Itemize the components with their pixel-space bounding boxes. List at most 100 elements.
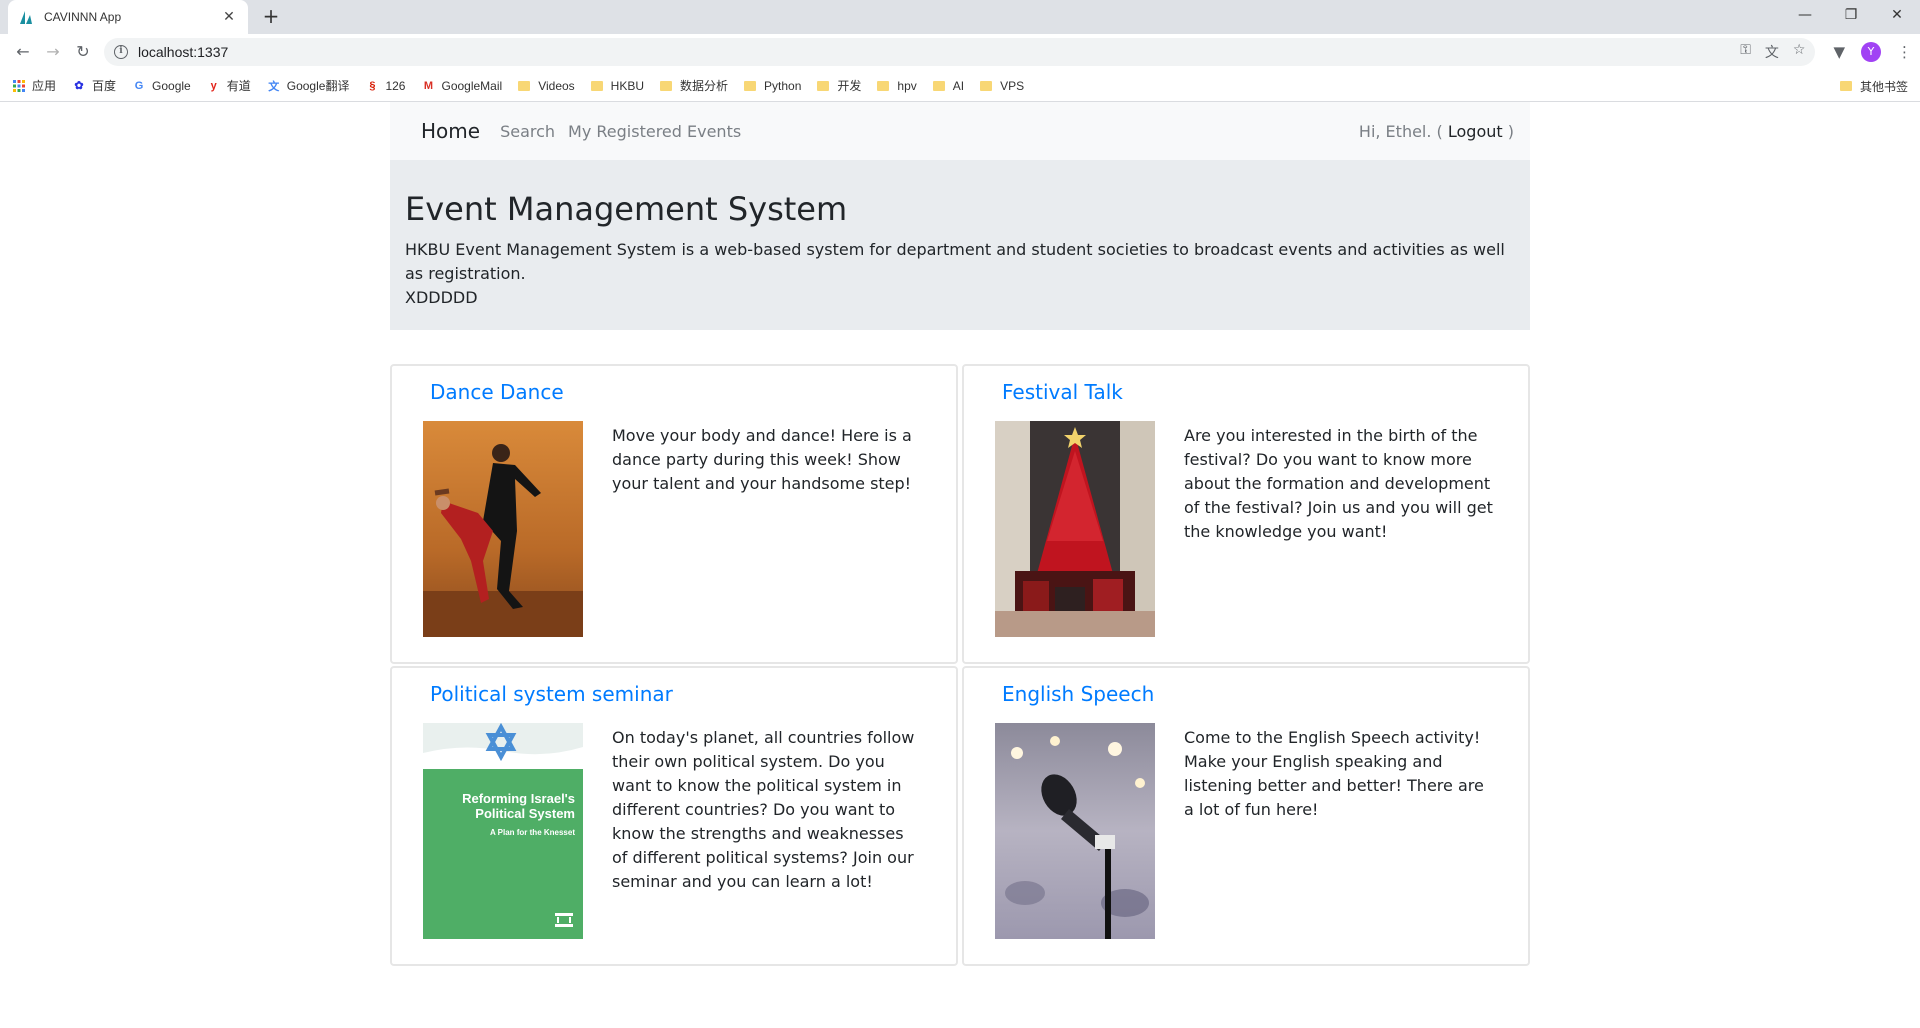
page-container: Home Search My Registered Events Hi, Eth… bbox=[390, 102, 1530, 966]
baidu-paw-icon: ✿ bbox=[74, 80, 84, 92]
event-description: Move your body and dance! Here is a danc… bbox=[612, 426, 912, 493]
nav-home-link[interactable]: Home bbox=[421, 119, 480, 143]
bookmark-label: 应用 bbox=[32, 79, 57, 93]
event-description: Come to the English Speech activity! Mak… bbox=[1184, 728, 1484, 819]
bookmark-gmail[interactable]: M GoogleMail bbox=[421, 79, 502, 93]
book-cover-title: Reforming Israel's Political System A Pl… bbox=[462, 791, 575, 840]
address-bar[interactable]: i localhost:1337 ⚿ 文 ☆ bbox=[104, 38, 1816, 66]
bookmark-folder-vps[interactable]: VPS bbox=[980, 79, 1024, 93]
extension-icon[interactable]: ▼ bbox=[1833, 43, 1845, 61]
tab-close-icon[interactable]: ✕ bbox=[220, 9, 238, 25]
browser-toolbar: ← → ↻ i localhost:1337 ⚿ 文 ☆ ▼ Y ⋮ bbox=[0, 34, 1920, 70]
window-close-button[interactable]: ✕ bbox=[1874, 0, 1920, 30]
bookmark-google[interactable]: G Google bbox=[132, 79, 191, 93]
dance-photo bbox=[423, 421, 583, 637]
bookmark-label: 其他书签 bbox=[1859, 79, 1908, 94]
tab-title: CAVINNN App bbox=[44, 10, 122, 24]
tab-strip: CAVINNN App ✕ + — ❐ ✕ bbox=[0, 0, 1920, 34]
bookmark-label: GoogleMail bbox=[441, 78, 503, 93]
url-text[interactable]: localhost:1337 bbox=[138, 44, 228, 60]
key-icon[interactable]: ⚿ bbox=[1740, 42, 1751, 62]
nav-search-link[interactable]: Search bbox=[500, 122, 555, 141]
folder-icon bbox=[980, 80, 993, 91]
forward-arrow-icon[interactable]: → bbox=[38, 37, 68, 67]
event-title-link[interactable]: Political system seminar bbox=[430, 682, 673, 706]
translate-icon[interactable]: 文 bbox=[1765, 42, 1779, 62]
bookmark-baidu[interactable]: ✿ 百度 bbox=[72, 77, 116, 94]
bookmark-folder-data-analysis[interactable]: 数据分析 bbox=[660, 77, 728, 94]
bookmark-label: AI bbox=[952, 78, 965, 93]
bookmark-youdao[interactable]: y 有道 bbox=[207, 77, 251, 94]
nav-registered-events-link[interactable]: My Registered Events bbox=[568, 122, 741, 141]
bookmark-folder-dev[interactable]: 开发 bbox=[817, 77, 861, 94]
restore-button[interactable]: ❐ bbox=[1828, 0, 1874, 30]
folder-icon bbox=[744, 80, 757, 91]
folder-icon bbox=[660, 80, 673, 91]
folder-icon bbox=[1839, 81, 1852, 91]
bookmark-label: Python bbox=[764, 78, 802, 93]
event-title-link[interactable]: Dance Dance bbox=[430, 380, 564, 404]
gmail-icon: M bbox=[423, 79, 434, 92]
greeting-suffix: ) bbox=[1507, 121, 1514, 141]
bookmark-label: Google翻译 bbox=[286, 79, 350, 93]
app-logo-icon bbox=[18, 9, 34, 25]
folder-icon bbox=[877, 80, 890, 91]
page-description: HKBU Event Management System is a web-ba… bbox=[405, 240, 1505, 283]
menu-kebab-icon[interactable]: ⋮ bbox=[1897, 43, 1912, 61]
google-g-icon: G bbox=[134, 79, 144, 92]
google-translate-icon: 文 bbox=[268, 80, 280, 93]
event-card: Festival Talk Are you interested in the … bbox=[962, 364, 1530, 664]
bookmarks-bar: 应用 ✿ 百度 G Google y 有道 文 Google翻译 § 126 M… bbox=[0, 70, 1920, 102]
reload-icon[interactable]: ↻ bbox=[68, 37, 98, 67]
event-title-link[interactable]: Festival Talk bbox=[1002, 380, 1123, 404]
microphone-photo bbox=[995, 723, 1155, 939]
page-extra-text: XDDDDD bbox=[405, 288, 478, 307]
publisher-logo-icon bbox=[555, 913, 573, 927]
bookmark-folder-hpv[interactable]: hpv bbox=[877, 78, 917, 93]
back-arrow-icon[interactable]: ← bbox=[8, 37, 38, 67]
folder-icon bbox=[590, 80, 603, 91]
bookmark-folder-ai[interactable]: AI bbox=[932, 78, 965, 93]
event-card: Political system seminar Reforming Israe… bbox=[390, 666, 958, 966]
event-card: English Speech Come to the English Speec… bbox=[962, 666, 1530, 966]
bookmark-label: Videos bbox=[538, 78, 575, 93]
site-navbar: Home Search My Registered Events Hi, Eth… bbox=[390, 102, 1530, 160]
book-cover-subtitle: A Plan for the Knesset bbox=[489, 828, 575, 837]
user-greeting: Hi, Ethel. ( Logout ) bbox=[1359, 122, 1514, 141]
bookmark-folder-videos[interactable]: Videos bbox=[518, 78, 575, 93]
event-grid: Dance Dance Move your body and dance! He… bbox=[390, 364, 1530, 966]
event-title-link[interactable]: English Speech bbox=[1002, 682, 1154, 706]
browser-tab[interactable]: CAVINNN App ✕ bbox=[8, 0, 248, 34]
site-info-icon[interactable]: i bbox=[114, 45, 128, 59]
bookmark-label: hpv bbox=[897, 78, 917, 93]
profile-avatar[interactable]: Y bbox=[1861, 42, 1881, 62]
youdao-icon: y bbox=[210, 79, 217, 92]
page-title: Event Management System bbox=[405, 190, 848, 228]
bookmark-apps[interactable]: 应用 bbox=[12, 77, 56, 94]
bookmark-label: HKBU bbox=[610, 78, 645, 93]
bookmark-label: 数据分析 bbox=[680, 79, 729, 93]
folder-icon bbox=[932, 80, 945, 91]
bookmark-126[interactable]: § 126 bbox=[365, 79, 405, 93]
folder-icon bbox=[817, 80, 830, 91]
bookmark-other-folder[interactable]: 其他书签 bbox=[1839, 70, 1908, 102]
logout-link[interactable]: Logout bbox=[1448, 122, 1503, 141]
bookmark-label: 126 bbox=[385, 78, 406, 93]
greeting-prefix: Hi, Ethel. ( bbox=[1358, 121, 1443, 141]
bookmark-label: 有道 bbox=[226, 79, 251, 93]
new-tab-button[interactable]: + bbox=[258, 4, 284, 30]
bookmark-label: 开发 bbox=[837, 79, 862, 93]
bookmark-label: 百度 bbox=[92, 79, 117, 93]
bookmark-folder-hkbu[interactable]: HKBU bbox=[590, 78, 645, 93]
bookmark-folder-python[interactable]: Python bbox=[744, 79, 801, 93]
event-card: Dance Dance Move your body and dance! He… bbox=[390, 364, 958, 664]
folder-icon bbox=[518, 80, 531, 91]
bookmark-google-translate[interactable]: 文 Google翻译 bbox=[267, 77, 350, 94]
hero-jumbotron: Event Management System HKBU Event Manag… bbox=[390, 160, 1530, 330]
book-cover: Reforming Israel's Political System A Pl… bbox=[423, 723, 583, 939]
bookmark-label: VPS bbox=[1000, 78, 1025, 93]
book-cover-title-line: Reforming Israel's bbox=[462, 791, 575, 806]
event-description: On today's planet, all countries follow … bbox=[612, 728, 915, 891]
minimize-button[interactable]: — bbox=[1782, 0, 1828, 30]
bookmark-star-icon[interactable]: ☆ bbox=[1793, 42, 1806, 62]
